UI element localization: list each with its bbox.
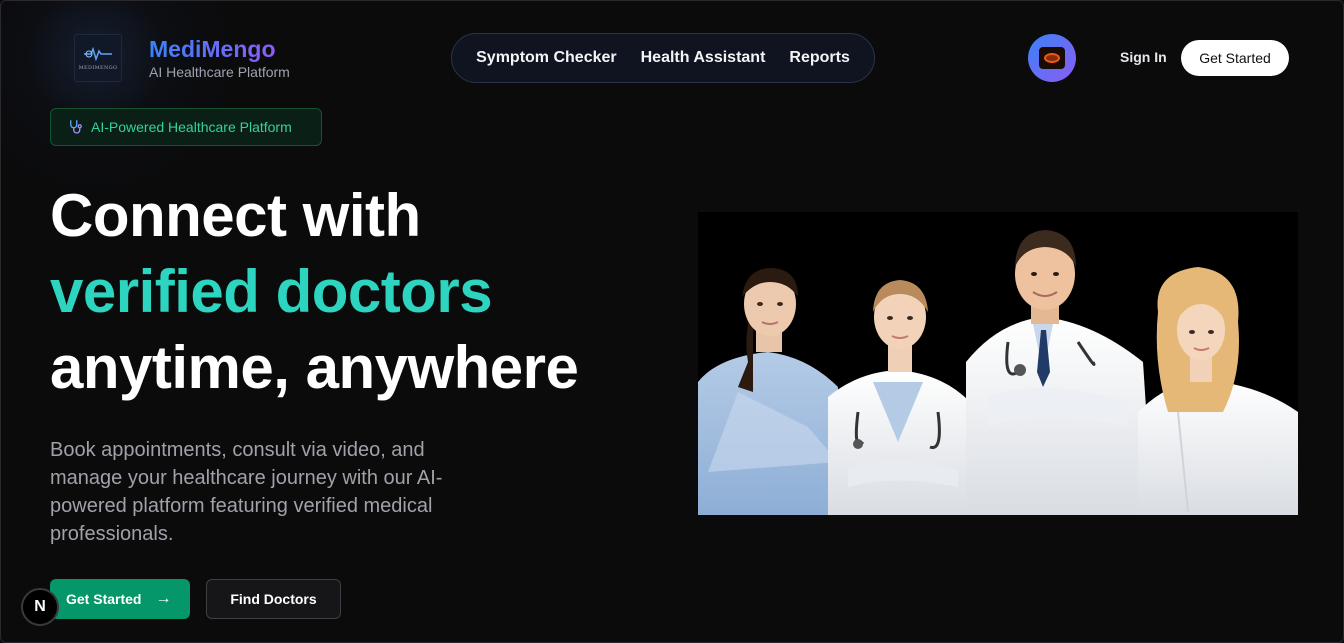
doctors-image [698, 212, 1298, 515]
sign-in-link[interactable]: Sign In [1120, 49, 1167, 65]
hero-title-line-1: Connect with [50, 182, 421, 249]
nav-item-symptom-checker[interactable]: Symptom Checker [476, 49, 617, 67]
brand-name[interactable]: MediMengo [149, 36, 276, 63]
find-doctors-button[interactable]: Find Doctors [206, 579, 341, 619]
dev-tools-badge[interactable]: N [21, 588, 59, 626]
hero-title-line-3: anytime, anywhere [50, 334, 579, 401]
get-started-button[interactable]: Get Started → [50, 579, 190, 619]
header-get-started-button[interactable]: Get Started [1181, 40, 1289, 76]
heartbeat-logo-icon [84, 46, 112, 61]
avatar-image [1039, 47, 1065, 69]
platform-badge: AI-Powered Healthcare Platform [50, 108, 322, 146]
nav-item-health-assistant[interactable]: Health Assistant [641, 49, 766, 67]
hero-description: Book appointments, consult via video, an… [50, 439, 443, 545]
doctors-illustration [698, 212, 1298, 515]
nav-item-reports[interactable]: Reports [789, 49, 849, 67]
user-avatar[interactable] [1028, 34, 1076, 82]
page-frame: MEDIMENGO MediMengo AI Healthcare Platfo… [0, 0, 1344, 643]
brand-logo[interactable]: MEDIMENGO [74, 34, 122, 82]
brand-tagline: AI Healthcare Platform [149, 64, 290, 80]
arrow-right-icon: → [155, 590, 172, 607]
get-started-label: Get Started [66, 591, 142, 607]
hero-title-highlight: verified doctors [50, 258, 493, 325]
logo-text: MEDIMENGO [78, 64, 118, 71]
stethoscope-icon [70, 120, 82, 134]
badge-text: AI-Powered Healthcare Platform [91, 119, 292, 135]
main-nav: Symptom Checker Health Assistant Reports [451, 33, 875, 83]
